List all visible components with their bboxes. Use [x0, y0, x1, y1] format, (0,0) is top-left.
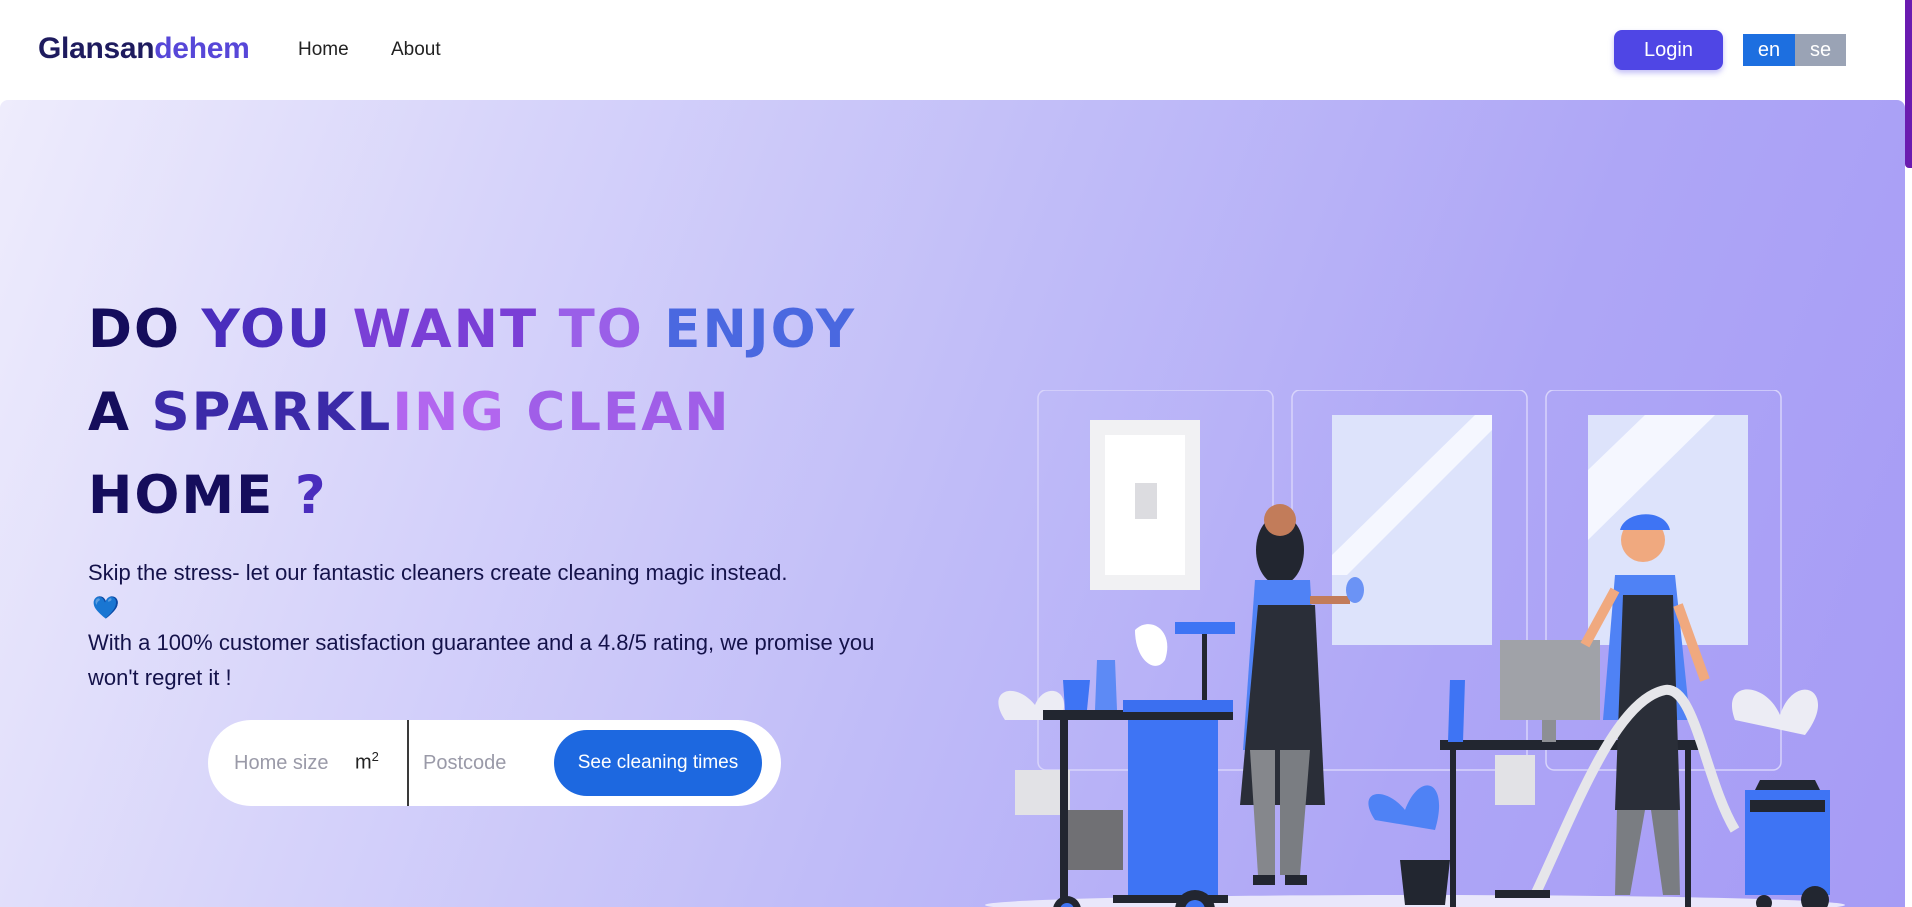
- headline-word: ?: [294, 465, 328, 526]
- postcode-input[interactable]: [423, 742, 543, 784]
- brand-part2: dehem: [154, 32, 250, 65]
- language-en-button[interactable]: en: [1743, 34, 1795, 66]
- hero-text-2: With a 100% customer satisfaction guaran…: [88, 630, 875, 690]
- language-se-button[interactable]: se: [1795, 34, 1846, 66]
- area-unit-label: m2: [355, 749, 379, 775]
- nav-about-link[interactable]: About: [391, 39, 441, 61]
- cleaners-illustration-icon: [985, 390, 1845, 907]
- headline-word: CLEAN: [526, 382, 731, 443]
- headline-word: ING: [392, 382, 527, 443]
- hero-section: DO YOU WANT TO ENJOY A SPARKLING CLEAN H…: [0, 100, 1905, 907]
- scrollbar-thumb[interactable]: [1905, 0, 1912, 168]
- headline-word: YOU: [201, 299, 353, 360]
- headline-word: WANT: [352, 299, 559, 360]
- nav-home-link[interactable]: Home: [298, 39, 349, 61]
- headline-line-1: DO YOU WANT TO ENJOY: [88, 288, 888, 371]
- login-button[interactable]: Login: [1614, 30, 1723, 70]
- cleaning-search-form: m2 See cleaning times: [208, 720, 781, 806]
- top-navbar: Glansandehem Home About Login en se: [0, 0, 1905, 100]
- headline-line-2: A SPARKLING CLEAN: [88, 371, 888, 454]
- headline-word: ENJOY: [664, 299, 857, 360]
- hero-description: Skip the stress- let our fantastic clean…: [88, 555, 908, 695]
- unit-superscript: 2: [371, 749, 379, 764]
- hero-text-1: Skip the stress- let our fantastic clean…: [88, 560, 788, 585]
- headline-word: A: [88, 382, 152, 443]
- headline-word: DO: [88, 299, 202, 360]
- headline-line-3: HOME ?: [88, 454, 888, 537]
- headline-word: TO: [558, 299, 665, 360]
- see-cleaning-times-button[interactable]: See cleaning times: [554, 730, 762, 796]
- headline-word: HOME: [88, 465, 295, 526]
- brand-logo[interactable]: Glansandehem: [38, 32, 250, 66]
- headline-word: SPARKL: [151, 382, 393, 443]
- home-size-input[interactable]: [234, 742, 344, 784]
- input-divider: [407, 720, 409, 806]
- hero-headline: DO YOU WANT TO ENJOY A SPARKLING CLEAN H…: [88, 288, 888, 537]
- heart-icon: 💙: [92, 595, 120, 620]
- unit-text: m: [355, 751, 372, 774]
- brand-part1: Glansan: [38, 32, 155, 65]
